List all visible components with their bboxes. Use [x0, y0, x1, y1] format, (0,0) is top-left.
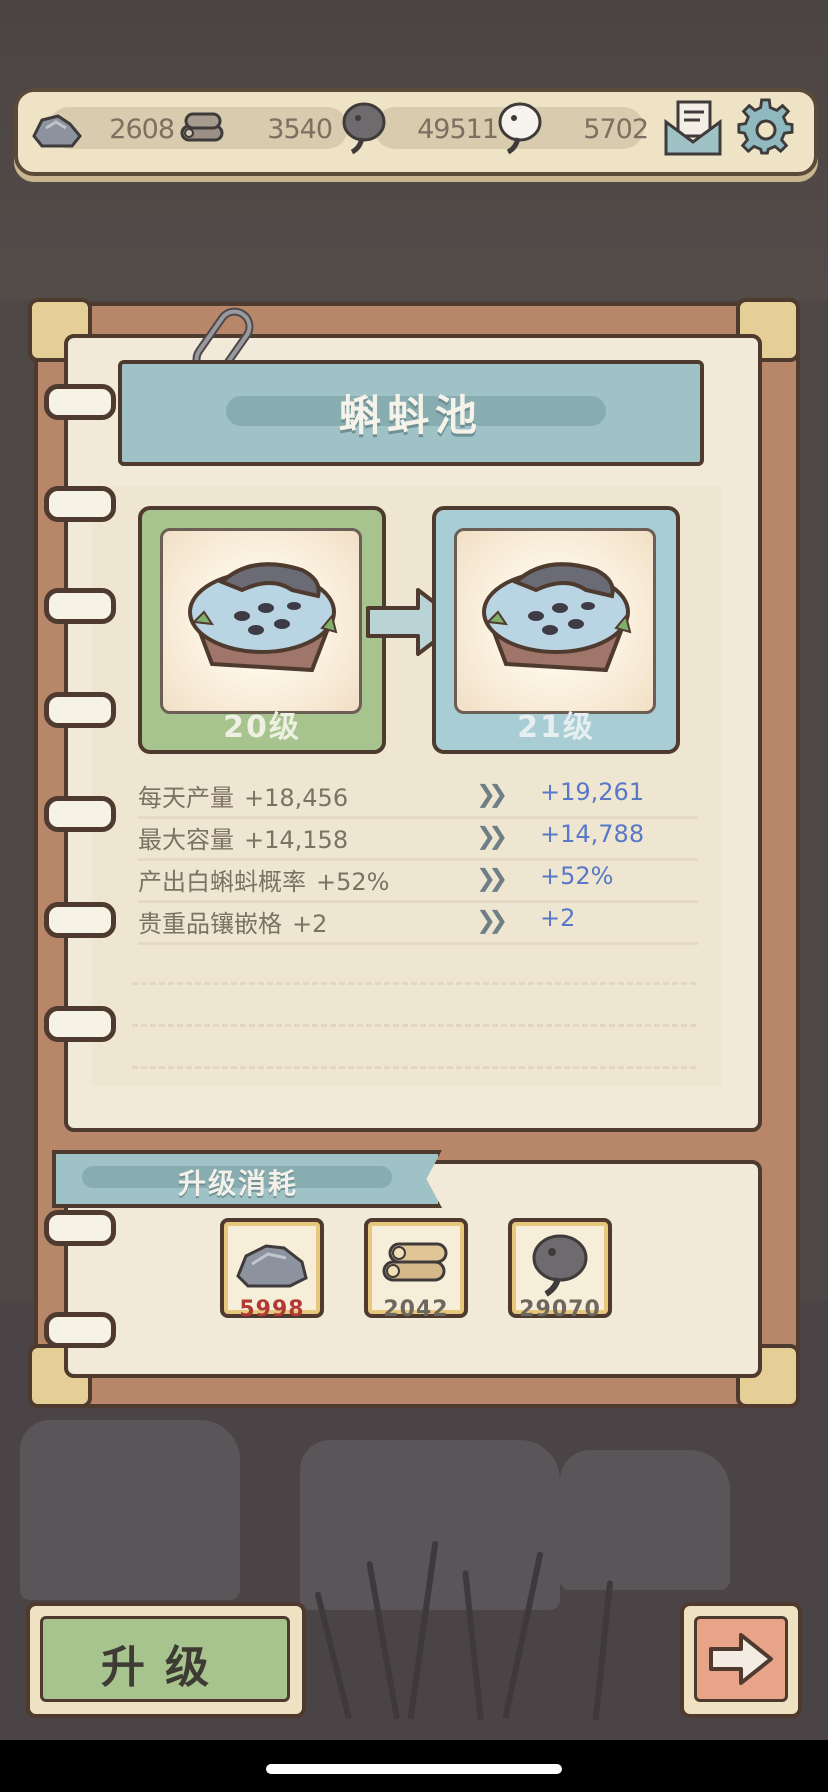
stat-row: 最大容量 +14,158 ❯❯ +14,788	[138, 818, 698, 861]
upgrade-button[interactable]: 升级	[26, 1602, 306, 1718]
wood-count: 3540	[267, 114, 333, 145]
stat-current-value: +14,158	[244, 826, 349, 854]
upgrade-button-face: 升级	[40, 1616, 290, 1702]
stat-label: 最大容量 +14,158	[138, 826, 349, 854]
upgrade-button-label: 升级	[101, 1642, 229, 1693]
stat-row: 每天产量 +18,456 ❯❯ +19,261	[138, 776, 698, 819]
stone-count: 2608	[109, 114, 175, 145]
cost-amount: 5998	[239, 1297, 305, 1322]
tadpole-pond-icon	[188, 562, 338, 673]
stat-next-value: +52%	[540, 862, 614, 890]
notebook-ring	[44, 588, 116, 624]
notebook-ring	[44, 796, 116, 832]
next-level-label: 21级	[517, 710, 595, 745]
wood-icon	[180, 112, 224, 142]
stat-next-value: +14,788	[540, 820, 645, 848]
white-tadpole-icon	[498, 102, 542, 155]
empty-stat-line	[132, 982, 696, 985]
next-button[interactable]	[680, 1602, 802, 1718]
empty-stat-line	[132, 1024, 696, 1027]
cost-item-stone: 5998	[220, 1218, 324, 1322]
cost-title: 升级消耗	[178, 1167, 299, 1200]
cost-banner: 升级消耗	[52, 1150, 442, 1208]
stone-icon	[236, 1244, 308, 1288]
double-chevron-icon: ❯❯	[476, 906, 508, 934]
gray-tadpole-icon	[342, 102, 386, 155]
building-title-banner: 蝌蚪池	[118, 360, 704, 466]
stat-current-value: +2	[292, 910, 328, 938]
double-chevron-icon: ❯❯	[476, 864, 508, 892]
stat-row: 贵重品镶嵌格 +2 ❯❯ +2	[138, 902, 698, 945]
building-title: 蝌蚪池	[338, 391, 483, 440]
empty-stat-line	[132, 1066, 696, 1069]
stat-current-value: +18,456	[244, 784, 349, 812]
gear-icon[interactable]	[736, 98, 796, 158]
stat-row: 产出白蝌蚪概率 +52% ❯❯ +52%	[138, 860, 698, 903]
notebook-ring	[44, 902, 116, 938]
cost-item-tadpole: 29070	[508, 1218, 612, 1322]
stat-label: 每天产量 +18,456	[138, 784, 349, 812]
notebook-ring	[44, 384, 116, 420]
arrow-right-icon	[709, 1633, 773, 1685]
notebook-ring	[44, 692, 116, 728]
double-chevron-icon: ❯❯	[476, 780, 508, 808]
current-level-card: 20级	[138, 506, 386, 754]
cost-amount: 29070	[519, 1297, 601, 1322]
notebook-ring	[44, 1210, 116, 1246]
gray-tadpole-icon	[532, 1234, 588, 1297]
mail-icon[interactable]	[662, 98, 724, 158]
wood-icon	[382, 1242, 448, 1282]
next-button-face	[694, 1616, 788, 1702]
stone-icon	[32, 114, 82, 148]
stat-label: 贵重品镶嵌格 +2	[138, 910, 328, 938]
stat-label: 产出白蝌蚪概率 +52%	[138, 868, 390, 896]
gray-tadpole-count: 49511	[417, 114, 499, 145]
stat-next-value: +2	[540, 904, 576, 932]
notebook-ring	[44, 486, 116, 522]
cost-amount: 2042	[383, 1297, 449, 1322]
notebook-ring	[44, 1006, 116, 1042]
background-rock	[20, 1420, 240, 1600]
background-rock	[560, 1450, 730, 1590]
notebook-ring	[44, 1312, 116, 1348]
stat-next-value: +19,261	[540, 778, 645, 806]
home-indicator[interactable]	[266, 1764, 562, 1774]
white-tadpole-count: 5702	[583, 114, 649, 145]
tadpole-pond-icon	[482, 562, 632, 673]
resource-bar: 2608 3540 49511 5702	[14, 88, 818, 176]
next-level-card: 21级	[432, 506, 680, 754]
cost-item-wood: 2042	[364, 1218, 468, 1322]
stat-current-value: +52%	[316, 868, 390, 896]
double-chevron-icon: ❯❯	[476, 822, 508, 850]
current-level-label: 20级	[223, 710, 301, 745]
